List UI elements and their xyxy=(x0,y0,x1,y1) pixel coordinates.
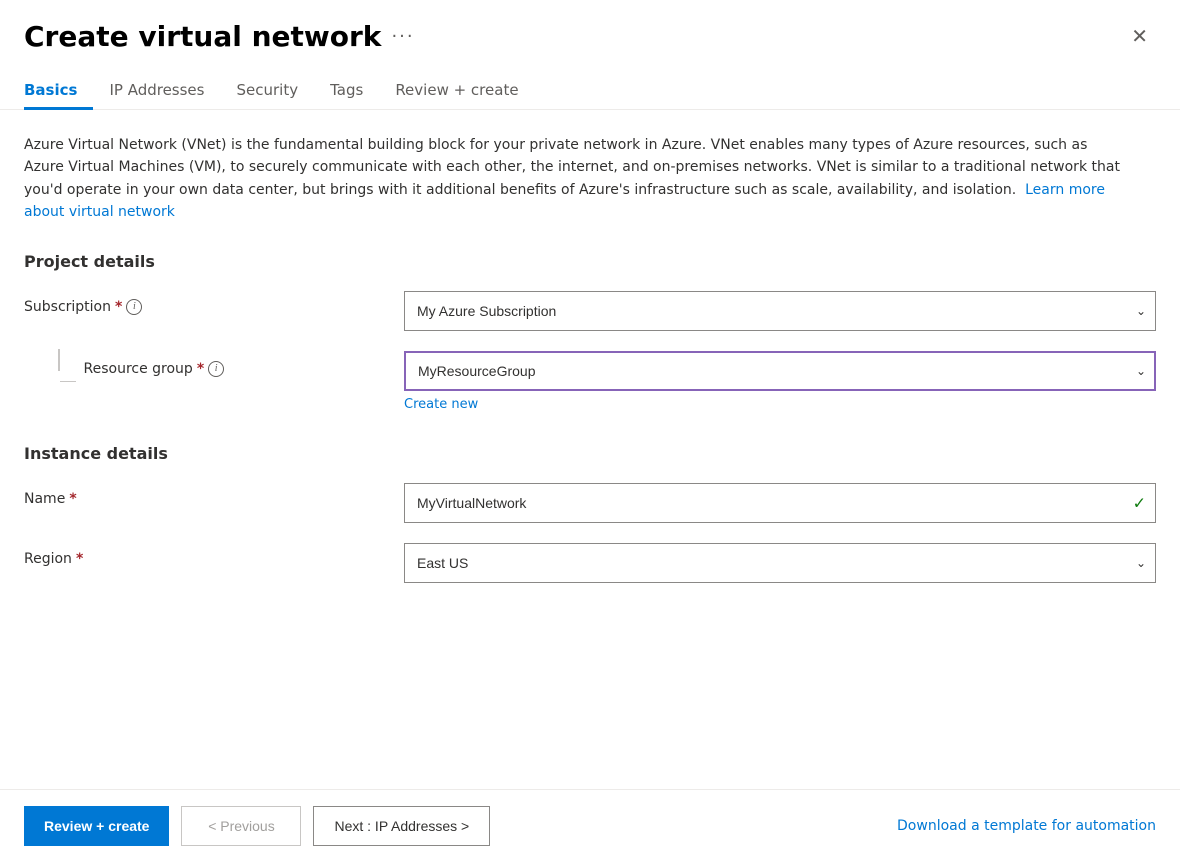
region-select[interactable]: East US East US 2 West US West Europe xyxy=(404,543,1156,583)
name-input-wrapper: ✓ xyxy=(404,483,1156,523)
download-template-link[interactable]: Download a template for automation xyxy=(897,818,1156,834)
dialog-footer: Review + create < Previous Next : IP Add… xyxy=(0,789,1180,862)
subscription-control: My Azure Subscription ⌄ xyxy=(404,291,1156,331)
close-button[interactable]: ✕ xyxy=(1123,20,1156,53)
tab-tags[interactable]: Tags xyxy=(314,73,379,110)
tab-basics[interactable]: Basics xyxy=(24,73,93,110)
name-input[interactable] xyxy=(404,483,1156,523)
tabs-nav: Basics IP Addresses Security Tags Review… xyxy=(0,73,1180,110)
more-options-icon[interactable]: ··· xyxy=(391,26,414,47)
name-control: ✓ xyxy=(404,483,1156,523)
subscription-select-wrapper: My Azure Subscription ⌄ xyxy=(404,291,1156,331)
name-label: Name * xyxy=(24,483,404,507)
review-create-button[interactable]: Review + create xyxy=(24,806,169,846)
dialog-title-area: Create virtual network ··· xyxy=(24,20,415,53)
tab-review-create[interactable]: Review + create xyxy=(379,73,534,110)
main-content: Azure Virtual Network (VNet) is the fund… xyxy=(0,110,1180,789)
resource-group-label-area: Resource group * i xyxy=(24,351,404,393)
resource-group-row: Resource group * i MyResourceGroup ⌄ Cre… xyxy=(24,351,1156,412)
create-new-link[interactable]: Create new xyxy=(404,397,1156,412)
subscription-info-icon[interactable]: i xyxy=(126,299,142,315)
subscription-label: Subscription * i xyxy=(24,291,404,315)
dialog-header: Create virtual network ··· ✕ xyxy=(0,0,1180,65)
project-details-title: Project details xyxy=(24,252,1156,271)
resource-group-select-wrapper: MyResourceGroup ⌄ xyxy=(404,351,1156,391)
tab-security[interactable]: Security xyxy=(220,73,314,110)
next-button[interactable]: Next : IP Addresses > xyxy=(313,806,490,846)
region-select-wrapper: East US East US 2 West US West Europe ⌄ xyxy=(404,543,1156,583)
region-required: * xyxy=(76,551,83,567)
subscription-select[interactable]: My Azure Subscription xyxy=(404,291,1156,331)
instance-details-section: Instance details Name * ✓ Region xyxy=(24,444,1156,583)
resource-group-control: MyResourceGroup ⌄ Create new xyxy=(404,351,1156,412)
create-virtual-network-dialog: Create virtual network ··· ✕ Basics IP A… xyxy=(0,0,1180,862)
subscription-required: * xyxy=(115,299,122,315)
name-required: * xyxy=(69,491,76,507)
project-details-section: Project details Subscription * i My Azur… xyxy=(24,252,1156,412)
instance-details-title: Instance details xyxy=(24,444,1156,463)
tab-ip-addresses[interactable]: IP Addresses xyxy=(93,73,220,110)
name-valid-icon: ✓ xyxy=(1133,493,1146,512)
resource-group-select[interactable]: MyResourceGroup xyxy=(404,351,1156,391)
close-icon: ✕ xyxy=(1131,24,1148,49)
region-row: Region * East US East US 2 West US West … xyxy=(24,543,1156,583)
region-label: Region * xyxy=(24,543,404,567)
region-control: East US East US 2 West US West Europe ⌄ xyxy=(404,543,1156,583)
previous-button[interactable]: < Previous xyxy=(181,806,301,846)
name-row: Name * ✓ xyxy=(24,483,1156,523)
description-text: Azure Virtual Network (VNet) is the fund… xyxy=(24,134,1124,224)
resource-group-info-icon[interactable]: i xyxy=(208,361,224,377)
resource-group-required: * xyxy=(197,361,204,377)
subscription-row: Subscription * i My Azure Subscription ⌄ xyxy=(24,291,1156,331)
dialog-title: Create virtual network xyxy=(24,20,381,53)
